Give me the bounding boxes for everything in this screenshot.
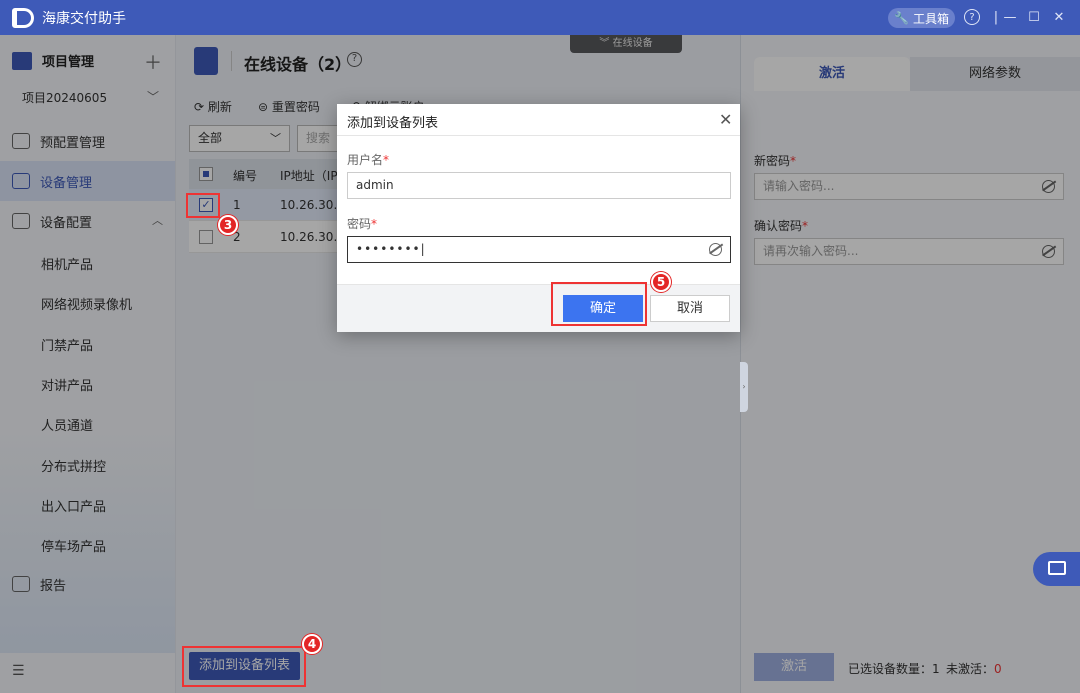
wrench-icon: 🔧 — [894, 11, 909, 25]
password-label-text: 密码 — [347, 217, 372, 231]
text-cursor: | — [420, 242, 426, 256]
help-icon[interactable]: ? — [964, 9, 980, 25]
annotation-badge-5: 5 — [651, 272, 671, 292]
annotation-box-confirm — [551, 282, 647, 326]
cancel-button[interactable]: 取消 — [650, 295, 730, 322]
close-icon[interactable]: ✕ — [1051, 9, 1067, 25]
toolbox-button[interactable]: 🔧 工具箱 — [888, 8, 955, 28]
password-input[interactable]: ••••••••| — [347, 236, 731, 263]
username-label: 用户名* — [347, 151, 389, 168]
add-device-dialog: 添加到设备列表 ✕ 用户名* admin 密码* ••••••••| 确定 取消 — [337, 104, 740, 332]
annotation-badge-4: 4 — [302, 634, 322, 654]
required-mark: * — [371, 217, 378, 231]
maximize-icon[interactable]: ☐ — [1026, 9, 1042, 25]
dialog-divider — [337, 135, 740, 136]
dialog-title: 添加到设备列表 — [347, 116, 439, 131]
toolbox-label: 工具箱 — [912, 11, 949, 26]
password-value: •••••••• — [356, 242, 421, 256]
annotation-badge-3: 3 — [218, 215, 238, 235]
username-input[interactable]: admin — [347, 172, 731, 199]
floating-monitor-button[interactable] — [1033, 552, 1080, 586]
monitor-icon — [1048, 561, 1066, 575]
required-mark: * — [383, 153, 390, 167]
password-label: 密码* — [347, 215, 377, 232]
username-label-text: 用户名 — [347, 153, 384, 167]
close-icon[interactable]: ✕ — [719, 110, 732, 129]
collapse-panel-handle[interactable]: › — [740, 362, 748, 412]
eye-off-icon[interactable] — [709, 243, 722, 256]
app-title: 海康交付助手 — [42, 10, 126, 27]
annotation-box-checkbox — [186, 193, 220, 218]
title-bar: 海康交付助手 🔧 工具箱 ? | — ☐ ✕ — [0, 0, 1080, 35]
app-logo-icon — [12, 7, 34, 28]
minimize-icon[interactable]: — — [1002, 9, 1018, 25]
annotation-box-add-button — [182, 646, 306, 687]
